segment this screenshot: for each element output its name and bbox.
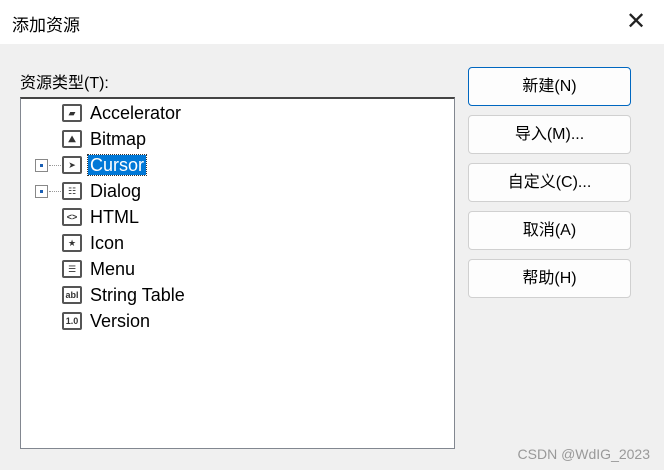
version-icon: 1.0 — [62, 312, 82, 330]
tree-item-string-table[interactable]: abl String Table — [21, 282, 454, 308]
accelerator-icon: ▰ — [62, 104, 82, 122]
tree-connector — [49, 191, 61, 192]
tree-item-version[interactable]: 1.0 Version — [21, 308, 454, 334]
string-table-icon: abl — [62, 286, 82, 304]
bitmap-icon: ⛰ — [62, 130, 82, 148]
import-button[interactable]: 导入(M)... — [468, 115, 631, 154]
tree-item-html[interactable]: <> HTML — [21, 204, 454, 230]
tree-item-accelerator[interactable]: ▰ Accelerator — [21, 100, 454, 126]
tree-item-label: String Table — [90, 285, 185, 305]
tree-item-label: HTML — [90, 207, 139, 227]
cancel-button[interactable]: 取消(A) — [468, 211, 631, 250]
window-title: 添加资源 — [12, 16, 80, 35]
tree-item-label: Icon — [90, 233, 125, 253]
html-icon: <> — [62, 208, 82, 226]
resource-type-label: 资源类型(T): — [20, 75, 109, 92]
help-button[interactable]: 帮助(H) — [468, 259, 631, 298]
icon-resource-icon: ★ — [62, 234, 82, 252]
title-bar: 添加资源 ✕ — [0, 0, 664, 44]
cursor-icon: ➤ — [62, 156, 82, 174]
tree-item-menu[interactable]: ☰ Menu — [21, 256, 454, 282]
expand-icon[interactable] — [35, 159, 48, 172]
watermark: CSDN @WdIG_2023 — [517, 446, 650, 462]
resource-type-tree[interactable]: ▰ Accelerator ⛰ Bitmap ➤ Cursor ☷ Dialog <> HTML ★… — [20, 97, 455, 449]
tree-item-label: Menu — [90, 259, 136, 279]
tree-item-label: Cursor — [86, 154, 148, 176]
tree-item-cursor[interactable]: ➤ Cursor — [21, 152, 454, 178]
close-icon[interactable]: ✕ — [622, 8, 650, 36]
tree-item-label: Version — [90, 311, 151, 331]
menu-icon: ☰ — [62, 260, 82, 278]
tree-item-label: Dialog — [90, 181, 142, 201]
tree-item-icon[interactable]: ★ Icon — [21, 230, 454, 256]
tree-item-bitmap[interactable]: ⛰ Bitmap — [21, 126, 454, 152]
dialog-icon: ☷ — [62, 182, 82, 200]
tree-item-label: Bitmap — [90, 129, 147, 149]
custom-button[interactable]: 自定义(C)... — [468, 163, 631, 202]
new-button[interactable]: 新建(N) — [468, 67, 631, 106]
expand-icon[interactable] — [35, 185, 48, 198]
tree-connector — [49, 165, 61, 166]
tree-item-dialog[interactable]: ☷ Dialog — [21, 178, 454, 204]
tree-item-label: Accelerator — [90, 103, 182, 123]
